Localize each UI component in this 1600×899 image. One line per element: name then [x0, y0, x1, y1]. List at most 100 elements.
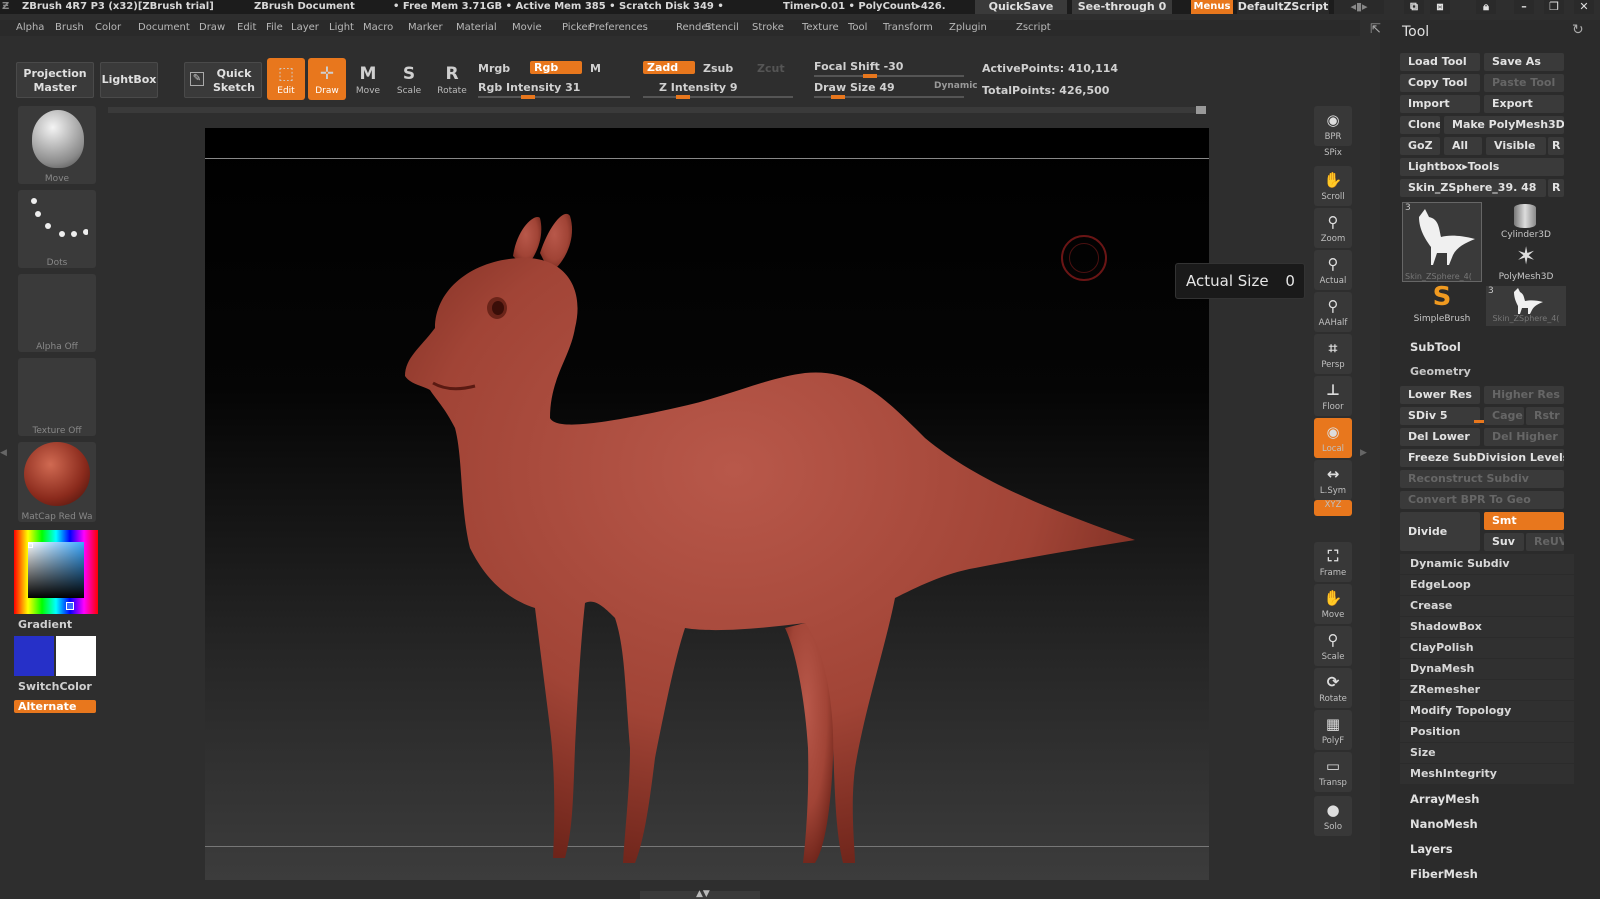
tool-r-button[interactable]: R — [1548, 179, 1564, 197]
zoom-button[interactable]: ⚲ Zoom — [1314, 208, 1352, 248]
sdiv-knob[interactable] — [1474, 420, 1484, 423]
stroke-thumbnail[interactable]: Dots — [18, 190, 96, 268]
bpr-button[interactable]: ◉ BPR — [1314, 106, 1352, 146]
alternate-button[interactable]: Alternate — [14, 700, 96, 713]
tool-thumb-simplebrush[interactable]: S SimpleBrush — [1402, 282, 1482, 326]
menu-zscript[interactable]: Zscript — [1016, 22, 1051, 33]
subpalette-dynamic-subdiv[interactable]: Dynamic Subdiv — [1400, 554, 1574, 574]
ui-layout-icon[interactable]: ◂▮▸ — [1334, 0, 1384, 14]
menu-marker[interactable]: Marker — [408, 22, 443, 33]
polyf-button[interactable]: ▦ PolyF — [1314, 710, 1352, 750]
m-button[interactable]: M — [590, 62, 601, 75]
reuv-button[interactable]: ReUV — [1526, 533, 1564, 551]
draw-button[interactable]: ✛ Draw — [308, 58, 346, 100]
canvas-top-scrollbar[interactable] — [108, 107, 1204, 113]
lightbox-button[interactable]: LightBox — [100, 62, 158, 98]
import-button[interactable]: Import — [1400, 95, 1480, 113]
subpalette-crease[interactable]: Crease — [1400, 596, 1574, 616]
projection-master-button[interactable]: Projection Master — [16, 62, 94, 98]
lightbox-tools-button[interactable]: Lightbox▸Tools — [1400, 158, 1564, 176]
subpalette-zremesher[interactable]: ZRemesher — [1400, 680, 1574, 700]
menu-tool[interactable]: Tool — [848, 22, 867, 33]
menu-draw[interactable]: Draw — [199, 22, 225, 33]
right-tray-arrow-icon[interactable]: ▶ — [1360, 448, 1368, 468]
suv-button[interactable]: Suv — [1484, 533, 1524, 551]
reconstruct-subdiv-button[interactable]: Reconstruct Subdiv — [1400, 470, 1564, 488]
color-picker[interactable] — [14, 530, 98, 614]
menu-file[interactable]: File — [266, 22, 283, 33]
section-layers[interactable]: Layers — [1410, 842, 1453, 856]
transp-button[interactable]: ▭ Transp — [1314, 752, 1352, 792]
scale-button[interactable]: ⚲ Scale — [1314, 626, 1352, 666]
subpalette-shadowbox[interactable]: ShadowBox — [1400, 617, 1574, 637]
menu-material[interactable]: Material — [456, 22, 497, 33]
geometry-section[interactable]: Geometry — [1410, 365, 1471, 378]
subpalette-position[interactable]: Position — [1400, 722, 1574, 742]
menu-edit[interactable]: Edit — [237, 22, 256, 33]
color-picker-square[interactable] — [28, 542, 84, 598]
menu-texture[interactable]: Texture — [802, 22, 839, 33]
subpalette-modify-topology[interactable]: Modify Topology — [1400, 701, 1574, 721]
scale-button[interactable]: S Scale — [390, 58, 428, 100]
frame-button[interactable]: ⛶ Frame — [1314, 542, 1352, 582]
zcut-button[interactable]: Zcut — [757, 62, 785, 75]
subpalette-claypolish[interactable]: ClayPolish — [1400, 638, 1574, 658]
divide-button[interactable]: Divide — [1400, 512, 1480, 551]
goz-r-button[interactable]: R — [1548, 137, 1564, 155]
menu-layer[interactable]: Layer — [291, 22, 319, 33]
current-tool-slider[interactable]: Skin_ZSphere_39. 48 — [1400, 179, 1546, 197]
goz-visible-button[interactable]: Visible — [1486, 137, 1546, 155]
export-button[interactable]: Export — [1484, 95, 1564, 113]
primary-color-swatch[interactable] — [14, 636, 54, 676]
refresh-icon[interactable]: ↻ — [1572, 22, 1584, 38]
section-arraymesh[interactable]: ArrayMesh — [1410, 792, 1479, 806]
scrollbar-thumb[interactable] — [1196, 106, 1206, 114]
convert-bpr-button[interactable]: Convert BPR To Geo — [1400, 491, 1564, 509]
focal-shift-track[interactable] — [814, 74, 964, 78]
make-polymesh3d-button[interactable]: Make PolyMesh3D — [1444, 116, 1564, 134]
aahalf-button[interactable]: ⚲ AAHalf — [1314, 292, 1352, 332]
focal-shift-slider[interactable]: Focal Shift -30 — [814, 60, 903, 73]
cage-button[interactable]: Cage — [1484, 407, 1524, 425]
subpalette-meshintegrity[interactable]: MeshIntegrity — [1400, 764, 1574, 784]
spix-button[interactable]: SPix — [1314, 148, 1352, 162]
subtool-section[interactable]: SubTool — [1410, 340, 1461, 354]
del-lower-button[interactable]: Del Lower — [1400, 428, 1480, 446]
move-button[interactable]: ✋ Move — [1314, 584, 1352, 624]
draw-size-knob[interactable] — [830, 95, 845, 99]
persp-button[interactable]: ⌗ Persp — [1314, 334, 1352, 374]
smt-button[interactable]: Smt — [1484, 512, 1564, 530]
rotate-button[interactable]: ⟳ Rotate — [1314, 668, 1352, 708]
draw-size-slider[interactable]: Draw Size 49 — [814, 81, 895, 94]
freeze-subdivision-button[interactable]: Freeze SubDivision Levels — [1400, 449, 1564, 467]
subpalette-edgeloop[interactable]: EdgeLoop — [1400, 575, 1574, 595]
menu-stroke[interactable]: Stroke — [752, 22, 784, 33]
actual-button[interactable]: ⚲ Actual — [1314, 250, 1352, 290]
scroll-button[interactable]: ✋ Scroll — [1314, 166, 1352, 206]
move-button[interactable]: M Move — [349, 58, 387, 100]
window-layout-icon[interactable]: ⧉ — [1404, 0, 1424, 14]
rgb-intensity-slider[interactable]: Rgb Intensity 31 — [478, 81, 580, 94]
section-nanomesh[interactable]: NanoMesh — [1410, 817, 1478, 831]
tool-thumb-cylinder3d[interactable]: Cylinder3D — [1486, 202, 1566, 242]
minimize-icon[interactable]: – — [1514, 0, 1534, 14]
paste-tool-button[interactable]: Paste Tool — [1484, 74, 1564, 92]
higher-res-button[interactable]: Higher Res — [1484, 386, 1564, 404]
subpalette-dynamesh[interactable]: DynaMesh — [1400, 659, 1574, 679]
rgb-button[interactable]: Rgb — [530, 61, 582, 74]
menus-button[interactable]: Menus — [1191, 0, 1233, 14]
zadd-button[interactable]: Zadd — [643, 61, 695, 74]
del-higher-button[interactable]: Del Higher — [1484, 428, 1564, 446]
load-tool-button[interactable]: Load Tool — [1400, 53, 1480, 71]
menu-brush[interactable]: Brush — [55, 22, 84, 33]
zsub-button[interactable]: Zsub — [703, 62, 733, 75]
switch-color-button[interactable]: SwitchColor — [18, 680, 92, 693]
clone-button[interactable]: Clone — [1400, 116, 1440, 134]
menu-stencil[interactable]: Stencil — [705, 22, 739, 33]
lower-res-button[interactable]: Lower Res — [1400, 386, 1480, 404]
bottom-tray-arrow-icon[interactable]: ▲▼ — [696, 889, 710, 899]
menu-zplugin[interactable]: Zplugin — [949, 22, 987, 33]
color-picker-cursor[interactable] — [28, 543, 33, 548]
z-intensity-knob[interactable] — [675, 95, 690, 99]
close-icon[interactable]: ✕ — [1574, 0, 1594, 14]
